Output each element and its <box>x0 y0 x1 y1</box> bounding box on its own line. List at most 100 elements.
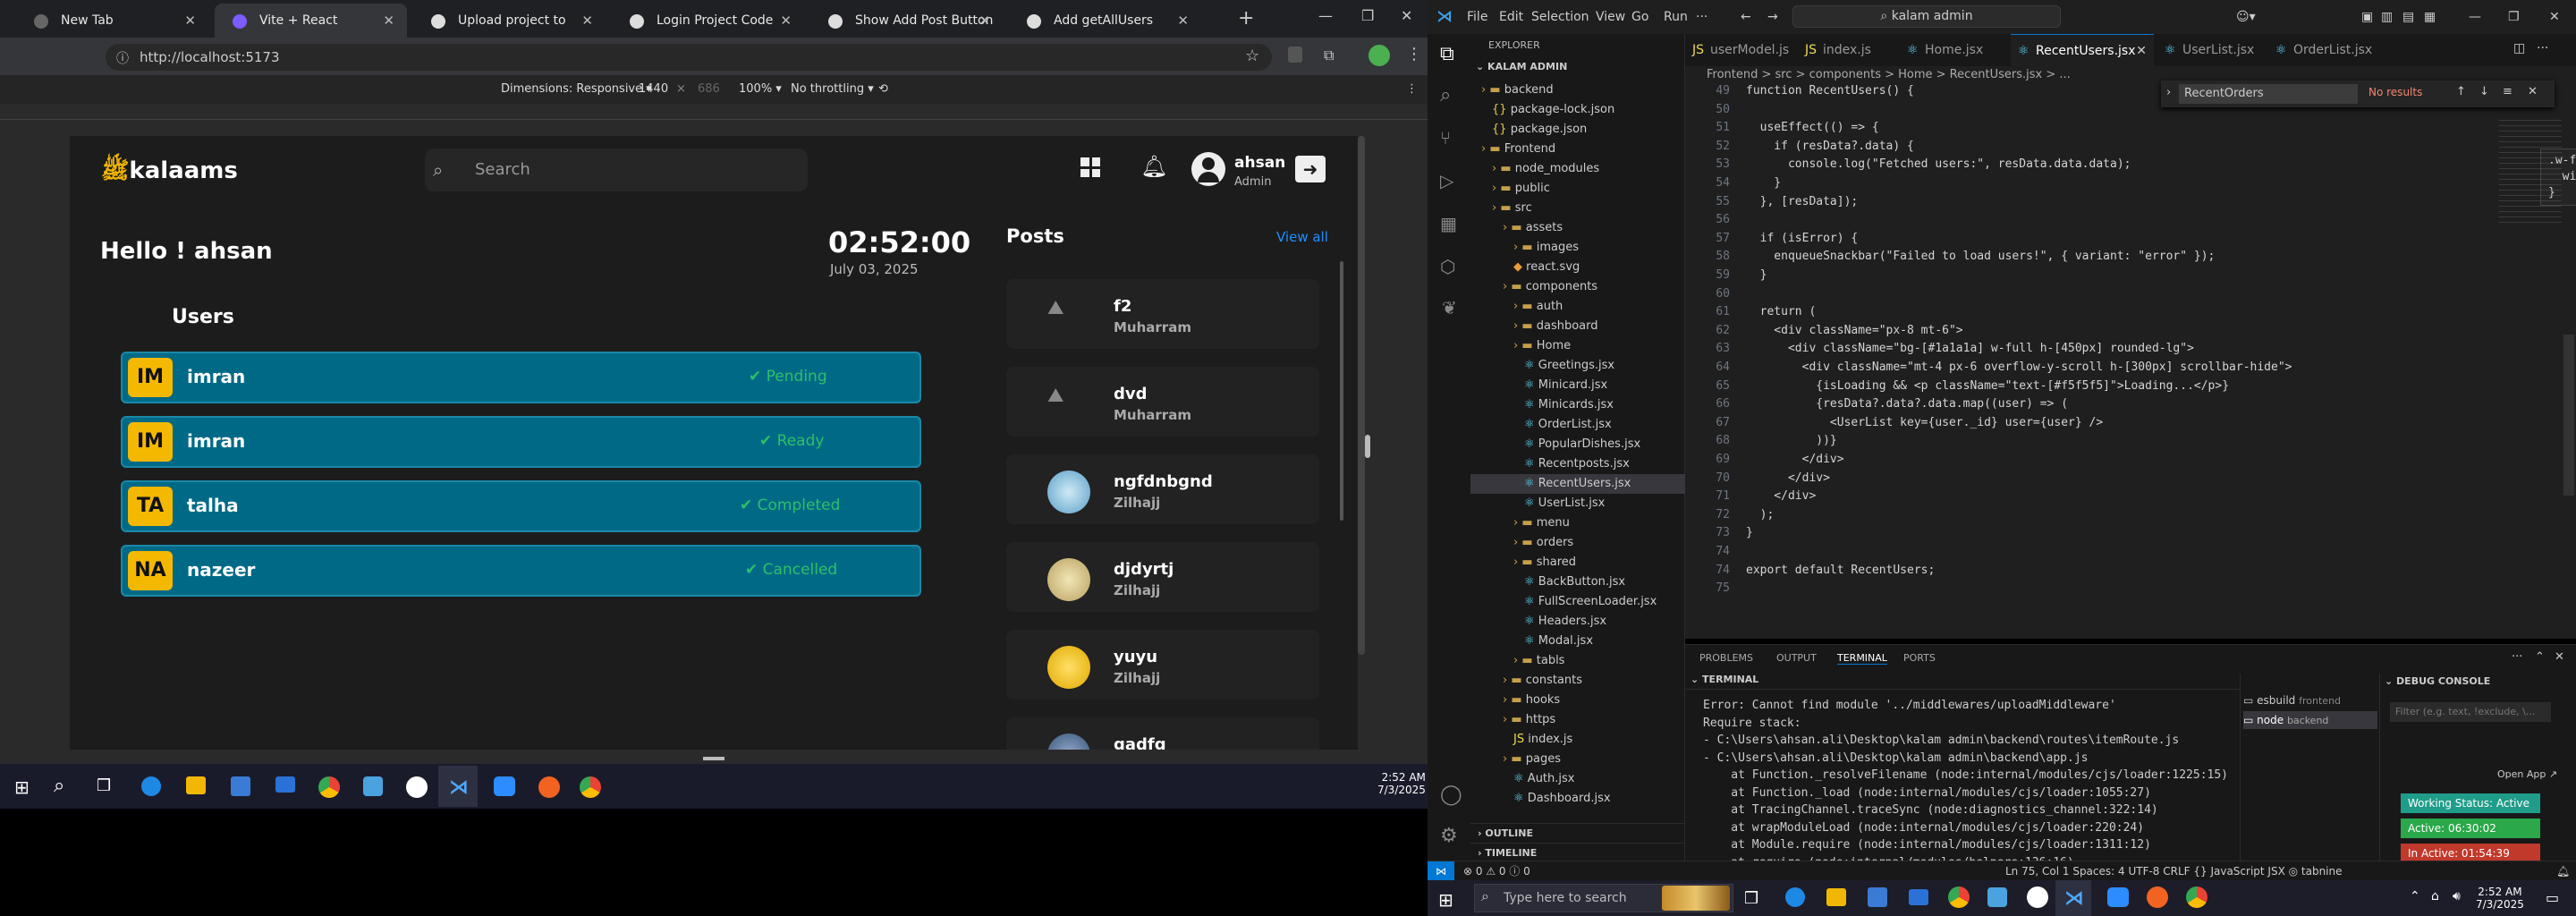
breadcrumb[interactable]: Frontend > src > components > Home > Rec… <box>1707 66 2071 84</box>
bell-icon[interactable]: 🔔︎ <box>1140 154 1167 179</box>
scrollbar[interactable] <box>1340 261 1343 521</box>
panel-tab-terminal[interactable]: TERMINAL <box>1837 652 1887 665</box>
tab-orderlist[interactable]: ⚛ OrderList.jsx <box>2268 34 2385 66</box>
panel-tab-problems[interactable]: PROBLEMS <box>1699 652 1753 664</box>
tree-file[interactable]: ⚛ Recentposts.jsx <box>1470 454 1685 474</box>
tab-chat[interactable]: Upload project to kalams.org✕ <box>413 4 606 62</box>
close-icon[interactable]: ✕ <box>581 4 593 38</box>
code-line[interactable]: ); <box>1746 508 1775 522</box>
app-icon[interactable] <box>406 776 428 798</box>
user-row[interactable]: IM imran ✔ Ready <box>121 416 921 468</box>
close-icon[interactable]: ✕ <box>2549 0 2560 34</box>
task-view-icon[interactable]: ❒ <box>1744 889 1758 908</box>
run-debug-icon[interactable]: ▷ <box>1440 170 1453 191</box>
tab-home[interactable]: ⚛ Home.jsx <box>1900 34 2007 66</box>
task-view-icon[interactable]: ❒ <box>97 776 111 795</box>
menu-edit[interactable]: Edit <box>1499 0 1523 34</box>
tree-folder[interactable]: › ▬ dashboard <box>1470 317 1685 336</box>
panel-tab-output[interactable]: OUTPUT <box>1776 652 1817 664</box>
tray-chevron-icon[interactable]: ⌃ <box>2410 889 2420 903</box>
url-input[interactable]: http://localhost:5173 <box>106 44 1272 71</box>
postman-icon[interactable] <box>2147 886 2168 908</box>
editor-scrollbar[interactable] <box>2563 335 2574 496</box>
code-line[interactable]: } <box>1746 176 1781 190</box>
close-window-icon[interactable]: ✕ <box>1401 7 1412 24</box>
account-icon[interactable]: ◯ <box>1440 784 1462 806</box>
tree-file[interactable]: ◆ react.svg <box>1470 258 1685 277</box>
remote-icon[interactable]: ⋈ <box>1428 861 1454 881</box>
find-input[interactable]: RecentOrders <box>2179 84 2358 104</box>
tab-usermodel[interactable]: JS userModel.js <box>1685 34 1792 66</box>
logout-icon[interactable]: ➜ <box>1295 156 1326 182</box>
code-line[interactable]: <UserList key={user._id} user={user} /> <box>1746 416 2103 429</box>
close-icon[interactable]: ✕ <box>780 4 792 38</box>
chrome-icon[interactable] <box>318 776 340 798</box>
tree-file[interactable]: ⚛ PopularDishes.jsx <box>1470 435 1685 454</box>
minimize-icon[interactable]: — <box>1318 7 1333 24</box>
debug-filter-input[interactable]: Filter (e.g. text, !exclude, \... <box>2390 702 2551 722</box>
terminal-output[interactable]: Error: Cannot find module '../middleware… <box>1685 699 2240 878</box>
windows-start-icon[interactable]: ⊞ <box>1438 889 1453 911</box>
code-line[interactable]: useEffect(() => { <box>1746 121 1879 134</box>
post-card[interactable]: ⛰ f2 Muharram <box>1006 279 1319 349</box>
timeline-section[interactable]: › TIMELINE <box>1470 843 1685 862</box>
network-icon[interactable]: ⌂ <box>2431 889 2439 903</box>
code-line[interactable]: return ( <box>1746 305 1817 318</box>
profile-avatar[interactable] <box>1368 45 1390 66</box>
volume-icon[interactable]: 🔊︎ <box>2453 889 2461 903</box>
code-line[interactable]: {isLoading && <p className="text-[#f5f5f… <box>1746 379 2229 393</box>
chrome-icon[interactable] <box>580 776 601 798</box>
expand-icon[interactable]: › <box>2166 86 2171 99</box>
tree-folder[interactable]: › ▬ tabls <box>1470 651 1685 671</box>
code-line[interactable]: if (isError) { <box>1746 232 1859 245</box>
tray-clock[interactable]: 2:52 AM 7/3/2025 <box>1377 771 1426 796</box>
store-icon[interactable] <box>1868 887 1887 907</box>
extensions-icon[interactable]: ▦ <box>1440 213 1457 234</box>
more-actions-icon[interactable]: ··· <box>2512 650 2522 664</box>
app-icon[interactable] <box>2027 886 2048 908</box>
code-line[interactable]: <div className="bg-[#1a1a1a] w-full h-[4… <box>1746 342 2194 355</box>
post-card[interactable]: yuyu Zilhajj <box>1006 630 1319 700</box>
tree-folder[interactable]: › ▬ shared <box>1470 553 1685 572</box>
bell-icon[interactable]: 🔔︎ <box>2556 861 2570 881</box>
outline-section[interactable]: › OUTLINE <box>1470 823 1685 843</box>
leaf-icon[interactable]: ❦ <box>1442 297 1457 318</box>
tree-file[interactable]: ⚛ RecentUsers.jsx <box>1470 474 1685 494</box>
user-avatar-icon[interactable] <box>1191 152 1225 186</box>
tree-file[interactable]: ⚛ Modal.jsx <box>1470 632 1685 651</box>
resize-handle[interactable] <box>1365 435 1370 458</box>
code-line[interactable]: }, [resData]); <box>1746 195 1859 208</box>
tree-folder[interactable]: › ▬ backend <box>1470 81 1685 100</box>
chrome-icon[interactable] <box>1948 886 1970 908</box>
menu-file[interactable]: File <box>1467 0 1487 34</box>
puzzle-icon[interactable]: ⧉ <box>1324 47 1334 64</box>
tree-folder[interactable]: › ▬ public <box>1470 179 1685 199</box>
close-icon[interactable]: ✕ <box>2555 650 2564 664</box>
width-input[interactable]: 1440 <box>639 75 668 104</box>
layout-icon[interactable]: ▤ <box>2402 0 2414 34</box>
tree-file[interactable]: ⚛ Headers.jsx <box>1470 612 1685 632</box>
terminal-node[interactable]: ▭ node backend <box>2243 711 2377 729</box>
code-line[interactable]: <div className="px-8 mt-6"> <box>1746 324 1962 337</box>
notification-icon[interactable]: ▭ <box>2546 889 2559 906</box>
tree-file[interactable]: {} package-lock.json <box>1470 100 1685 120</box>
code-line[interactable]: function RecentUsers() { <box>1746 84 1914 98</box>
panel-toggle-icon[interactable]: ▥ <box>2381 0 2393 34</box>
tree-file[interactable]: ⚛ Minicards.jsx <box>1470 395 1685 415</box>
tree-folder[interactable]: › ▬ hooks <box>1470 691 1685 710</box>
zoom-select[interactable]: 100% ▾ <box>739 75 782 104</box>
close-icon[interactable]: ✕ <box>383 4 394 38</box>
tree-folder[interactable]: › ▬ components <box>1470 277 1685 297</box>
minimize-icon[interactable]: — <box>2469 0 2481 34</box>
app-icon[interactable] <box>1987 887 2007 907</box>
tree-folder[interactable]: › ▬ assets <box>1470 218 1685 238</box>
command-center-input[interactable]: ⌕ kalam admin <box>1792 5 2061 28</box>
user-row[interactable]: TA talha ✔ Completed <box>121 480 921 532</box>
height-input[interactable]: 686 <box>698 75 720 104</box>
tab-chat[interactable]: Show Add Post Button ✕ <box>810 4 1003 38</box>
source-control-icon[interactable]: ⑂ <box>1440 127 1451 148</box>
user-row[interactable]: NA nazeer ✔ Cancelled <box>121 545 921 597</box>
tree-file[interactable]: ⚛ FullScreenLoader.jsx <box>1470 592 1685 612</box>
minimap[interactable] <box>2499 120 2562 227</box>
more-actions-icon[interactable]: ··· <box>2537 41 2548 55</box>
